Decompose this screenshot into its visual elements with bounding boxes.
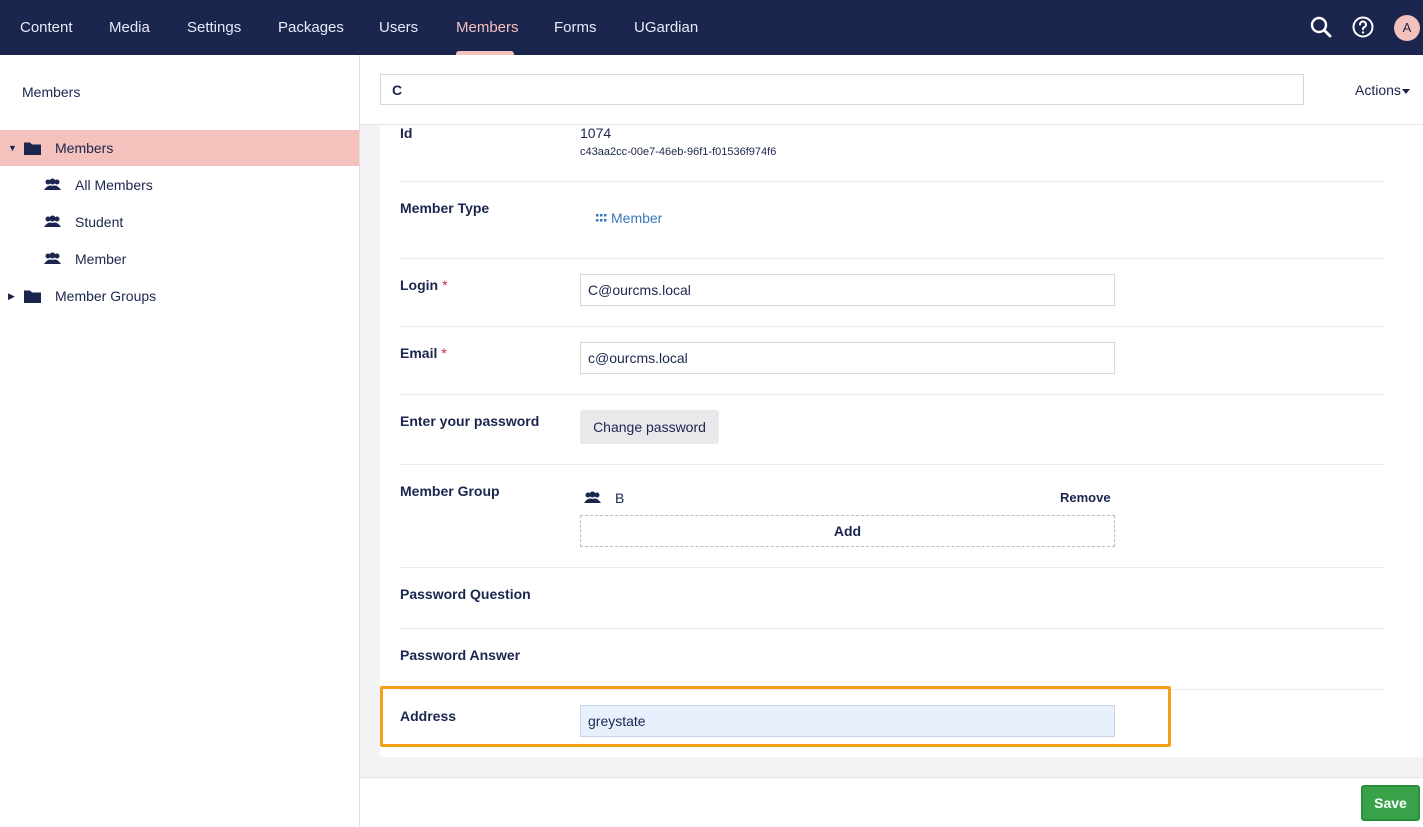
property-member-type: Member Type Member <box>400 182 1384 259</box>
required-marker: * <box>441 345 447 361</box>
remove-group-button[interactable]: Remove <box>1060 490 1111 505</box>
member-id-value: 1074 <box>580 125 612 141</box>
add-group-button[interactable]: Add <box>580 515 1115 547</box>
caret-down-icon[interactable]: ▼ <box>8 130 17 166</box>
sidebar: Members ▼ Members All Members Student Me… <box>0 55 360 827</box>
main-panel: Actions Id 1074 c43aa2cc-00e7-46eb-96f1-… <box>360 55 1423 827</box>
property-label: Id <box>400 125 413 141</box>
tree-item-members[interactable]: ▼ Members <box>0 130 359 166</box>
top-navigation: Content Media Settings Packages Users Me… <box>0 0 1423 55</box>
tree-item-label: Student <box>75 214 124 230</box>
property-label: Enter your password <box>400 413 540 429</box>
caret-right-icon[interactable]: ▶ <box>8 278 15 314</box>
editor-header: Actions <box>360 55 1423 125</box>
nav-members[interactable]: Members <box>456 0 519 55</box>
nav-users[interactable]: Users <box>379 0 418 55</box>
member-group-name: B <box>615 490 625 506</box>
tree-item-member[interactable]: Member <box>0 241 359 277</box>
login-label-text: Login <box>400 277 439 293</box>
property-email: Email * <box>400 327 1384 395</box>
property-password-question: Password Question <box>400 568 1384 629</box>
property-login: Login * <box>400 259 1384 327</box>
folder-icon <box>24 142 41 155</box>
change-password-button[interactable]: Change password <box>580 410 719 444</box>
users-icon <box>584 491 601 503</box>
email-label-text: Email <box>400 345 438 361</box>
property-label: Member Group <box>400 483 500 499</box>
tree-item-label: Member <box>75 251 127 267</box>
users-icon <box>44 252 61 264</box>
caret-down-icon <box>1401 88 1410 94</box>
member-name-input[interactable] <box>380 74 1304 105</box>
nav-media[interactable]: Media <box>109 0 150 55</box>
save-button[interactable]: Save <box>1361 785 1420 821</box>
editor-footer: Save <box>360 777 1423 827</box>
user-avatar[interactable]: A <box>1394 15 1420 41</box>
member-guid: c43aa2cc-00e7-46eb-96f1-f01536f974f6 <box>580 146 777 158</box>
member-properties-card: Id 1074 c43aa2cc-00e7-46eb-96f1-f01536f9… <box>380 125 1423 757</box>
grid-icon <box>596 214 607 222</box>
tree-item-label: Members <box>55 140 114 156</box>
tree-item-label: All Members <box>75 177 153 193</box>
sidebar-title: Members <box>22 84 81 100</box>
member-type-link[interactable]: Member <box>596 210 662 226</box>
nav-content[interactable]: Content <box>20 0 73 55</box>
member-type-label: Member <box>611 210 663 226</box>
address-highlight-box <box>380 686 1171 747</box>
nav-packages[interactable]: Packages <box>278 0 344 55</box>
users-icon <box>44 215 61 227</box>
tree-item-student[interactable]: Student <box>0 204 359 240</box>
folder-icon <box>24 290 41 303</box>
actions-label: Actions <box>1355 82 1401 98</box>
property-label: Member Type <box>400 200 490 216</box>
email-field[interactable] <box>580 342 1115 374</box>
actions-menu[interactable]: Actions <box>1355 82 1410 98</box>
property-label: Password Answer <box>400 647 521 663</box>
tree-item-member-groups[interactable]: ▶ Member Groups <box>0 278 359 314</box>
nav-ugardian[interactable]: UGardian <box>634 0 698 55</box>
help-icon[interactable] <box>1351 15 1375 39</box>
required-marker: * <box>442 277 448 293</box>
property-password-answer: Password Answer <box>400 629 1384 690</box>
search-icon[interactable] <box>1309 15 1333 39</box>
nav-settings[interactable]: Settings <box>187 0 241 55</box>
property-member-group: Member Group B Remove Add <box>400 465 1384 568</box>
property-password: Enter your password Change password <box>400 395 1384 465</box>
users-icon <box>44 178 61 190</box>
property-label: Email * <box>400 345 447 361</box>
property-label: Password Question <box>400 586 531 602</box>
tree-item-label: Member Groups <box>55 288 157 304</box>
tree-item-all-members[interactable]: All Members <box>0 167 359 203</box>
property-label: Login * <box>400 277 448 293</box>
nav-forms[interactable]: Forms <box>554 0 597 55</box>
property-id: Id 1074 c43aa2cc-00e7-46eb-96f1-f01536f9… <box>400 125 1384 182</box>
login-field[interactable] <box>580 274 1115 306</box>
